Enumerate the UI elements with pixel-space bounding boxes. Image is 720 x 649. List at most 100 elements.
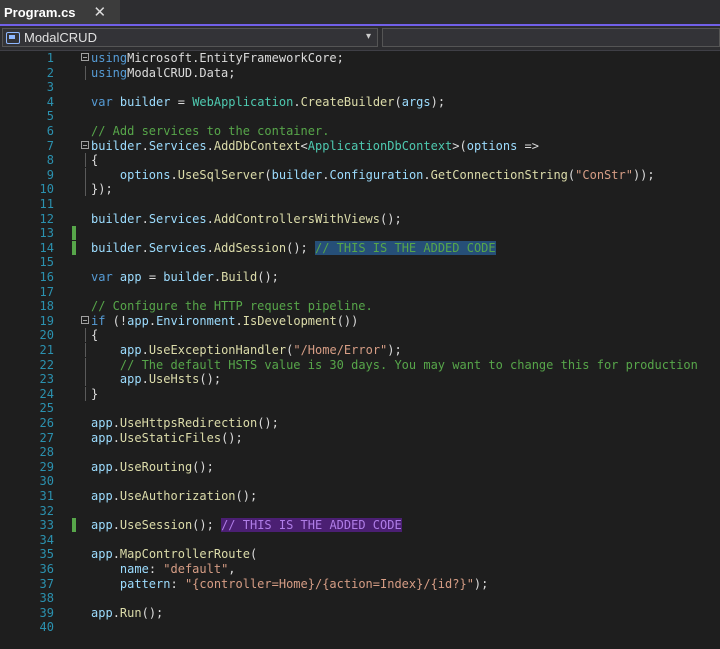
code-text: var builder = WebApplication.CreateBuild… [91,95,445,109]
code-text: // The default HSTS value is 30 days. Yo… [91,358,698,372]
code-token: < [301,139,308,153]
line-number: 9 [0,168,54,182]
code-line[interactable]: 31 app.UseAuthorization(); [0,489,720,503]
code-text: builder.Services.AddSession(); // THIS I… [91,241,496,255]
code-token: UseHsts [149,372,200,386]
code-line[interactable]: 32 [0,504,720,518]
line-number: 6 [0,124,54,138]
code-text: app.UseAuthorization(); [91,489,257,503]
code-line[interactable]: 26 app.UseHttpsRedirection(); [0,416,720,430]
code-token: (); [257,416,279,430]
member-dropdown[interactable] [382,28,720,47]
code-line[interactable]: 22 // The default HSTS value is 30 days.… [0,358,720,372]
code-line[interactable]: 25 [0,401,720,415]
collapse-icon[interactable] [81,141,89,149]
line-number: 37 [0,577,54,591]
line-number: 21 [0,343,54,357]
code-line[interactable]: 28 [0,445,720,459]
collapse-icon[interactable] [81,53,89,61]
code-token: . [113,518,120,532]
code-line[interactable]: 6 // Add services to the container. [0,124,720,138]
code-line[interactable]: 7 builder.Services.AddDbContext<Applicati… [0,139,720,153]
code-editor[interactable]: 1 usingMicrosoft.EntityFrameworkCore; 2 usi… [0,51,720,649]
code-text: app.UseStaticFiles(); [91,431,243,445]
code-token: , [228,562,235,576]
line-number: 20 [0,328,54,342]
code-token: . [170,168,177,182]
line-number: 4 [0,95,54,109]
code-line[interactable]: 36 name: "default", [0,562,720,576]
code-token: AddControllersWithViews [214,212,380,226]
code-token: . [113,489,120,503]
code-token: builder [91,241,142,255]
code-token: (); [192,460,214,474]
code-line[interactable]: 16 var app = builder.Build(); [0,270,720,284]
code-token: . [149,314,156,328]
code-token: GetConnectionString [431,168,568,182]
close-icon[interactable]: ✕ [94,3,107,21]
code-token: . [113,547,120,561]
code-token [91,168,120,182]
code-line[interactable]: 38 [0,591,720,605]
code-token: app [120,372,142,386]
code-line[interactable]: 30 [0,474,720,488]
code-line[interactable]: 4 var builder = WebApplication.CreateBuil… [0,95,720,109]
line-number: 27 [0,431,54,445]
code-line[interactable]: 10}); [0,182,720,196]
code-token: AddDbContext [214,139,301,153]
line-number: 34 [0,533,54,547]
code-line[interactable]: 13 [0,226,720,240]
code-token: ModalCRUD.Data; [127,66,235,80]
outline-guide [85,66,86,80]
code-line[interactable]: 5 [0,109,720,123]
code-line[interactable]: 29 app.UseRouting(); [0,460,720,474]
code-line[interactable]: 15 [0,255,720,269]
code-line[interactable]: 40 [0,620,720,634]
code-token: app [91,416,113,430]
code-line[interactable]: 35 app.MapControllerRoute( [0,547,720,561]
code-token: app [91,547,113,561]
code-token: : [149,562,163,576]
code-line[interactable]: 24} [0,387,720,401]
line-number: 29 [0,460,54,474]
code-token: Microsoft.EntityFrameworkCore; [127,51,344,65]
code-token: IsDevelopment [243,314,337,328]
code-line[interactable]: 33 app.UseSession(); // THIS IS THE ADDED… [0,518,720,532]
code-text: app.MapControllerRoute( [91,547,257,561]
code-token: ()) [337,314,359,328]
code-line[interactable]: 34 [0,533,720,547]
change-marker [72,226,76,240]
project-dropdown[interactable]: ModalCRUD ▾ [2,28,378,47]
code-line[interactable]: 3 [0,80,720,94]
code-line[interactable]: 19 if (!app.Environment.IsDevelopment()) [0,314,720,328]
code-line[interactable]: 8{ [0,153,720,167]
outline-guide [85,372,86,386]
code-line[interactable]: 14 builder.Services.AddSession(); // THIS… [0,241,720,255]
code-line[interactable]: 39 app.Run(); [0,606,720,620]
line-number: 25 [0,401,54,415]
tab-program-cs[interactable]: Program.cs ⴫ ✕ [0,0,120,24]
code-line[interactable]: 1 usingMicrosoft.EntityFrameworkCore; [0,51,720,65]
code-line[interactable]: 23 app.UseHsts(); [0,372,720,386]
code-line[interactable]: 11 [0,197,720,211]
code-text: usingMicrosoft.EntityFrameworkCore; [91,51,344,65]
collapse-icon[interactable] [81,316,89,324]
code-line[interactable]: 20 { [0,328,720,342]
code-line[interactable]: 17 [0,285,720,299]
code-line[interactable]: 9 options.UseSqlServer(builder.Configura… [0,168,720,182]
line-number: 16 [0,270,54,284]
code-token: . [207,139,214,153]
code-line[interactable]: 21 app.UseExceptionHandler("/Home/Error"… [0,343,720,357]
line-number: 11 [0,197,54,211]
code-token: (); [199,372,221,386]
line-number: 13 [0,226,54,240]
code-line[interactable]: 12 builder.Services.AddControllersWithVie… [0,212,720,226]
line-number: 33 [0,518,54,532]
code-token: app [120,270,142,284]
code-line[interactable]: 2 usingModalCRUD.Data; [0,66,720,80]
selected-comment: // THIS IS THE ADDED CODE [315,241,496,255]
code-line[interactable]: 18 // Configure the HTTP request pipeline… [0,299,720,313]
code-line[interactable]: 27 app.UseStaticFiles(); [0,431,720,445]
code-line[interactable]: 37 pattern: "{controller=Home}/{action=I… [0,577,720,591]
code-text: // Configure the HTTP request pipeline. [91,299,373,313]
